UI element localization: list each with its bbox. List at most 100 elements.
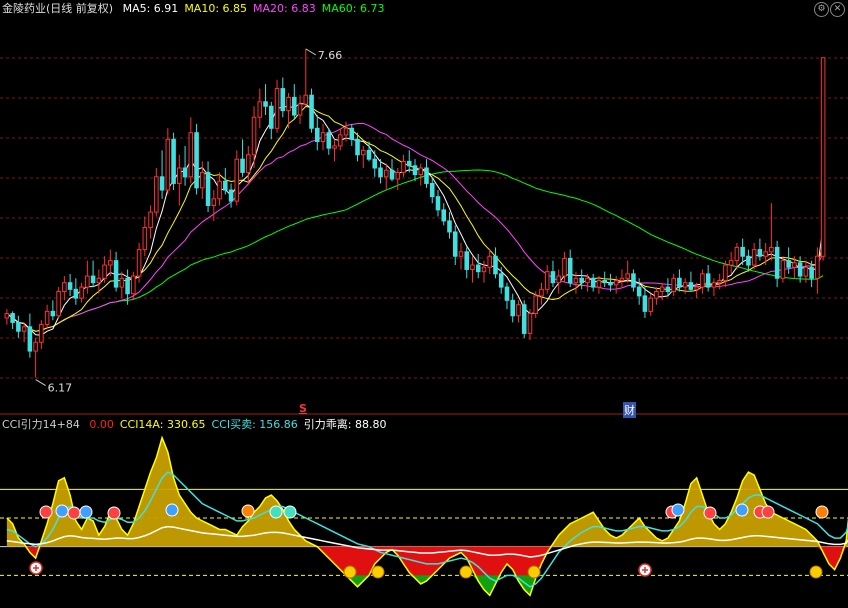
stock-title[interactable]: 金陵药业(日线 前复权) [2,2,113,15]
candle [125,277,130,295]
candle [803,266,809,277]
candle [470,264,475,270]
candle [659,286,665,293]
candle [648,297,653,312]
candle [366,149,372,160]
candle [757,249,763,257]
candle [631,273,636,288]
signal-ball [703,506,717,520]
candle [297,103,303,116]
candle [56,291,61,317]
candle [113,260,119,288]
candle [815,255,820,279]
signal-ball [815,505,829,519]
cci14a-negative-area [6,546,848,596]
candle [705,273,711,288]
candle [544,271,550,290]
candle [378,167,383,178]
candle [274,88,280,129]
candle [16,321,21,332]
gear-icon[interactable]: ⚙ [814,2,829,17]
candle [452,231,458,257]
candle [774,246,780,279]
candle [131,275,136,295]
indicator-legend-item: CCI14A: 330.65 [119,418,206,431]
candle [85,275,90,288]
candle [286,96,291,112]
candle [228,189,234,202]
candle [654,291,659,299]
close-icon[interactable]: ✕ [830,2,845,17]
candle [383,169,389,178]
candle [205,171,211,206]
signal-ball [39,505,53,519]
candle [550,271,556,284]
candle [62,282,67,293]
candle [567,257,573,284]
price-panel-header: 金陵药业(日线 前复权) MA5: 6.91 MA10: 6.85 MA20: 6.… [2,1,396,17]
candle [786,260,791,268]
candle [487,255,493,268]
candle [763,251,768,257]
candle [740,246,745,257]
ma-legend-item: MA10: 6.85 [184,2,248,15]
candle [326,132,332,149]
candle [182,167,188,178]
low-pointer [35,379,46,386]
cai-marker[interactable]: 财 [623,402,636,418]
candle [148,211,153,229]
signal-ball [671,503,685,517]
candle [521,304,527,334]
candle [211,198,217,206]
smiley-icon [809,565,823,579]
candle [504,286,510,301]
candle [240,158,245,173]
candle [96,277,102,284]
indicator-legend-item: 引力乖离: 88.80 [303,418,387,431]
candle [309,94,314,129]
indicator-legend-item: 0.00 [89,418,114,431]
candle [372,158,378,169]
candle [671,277,676,293]
candle [314,127,320,143]
candle [602,279,607,284]
candle [493,255,498,275]
s-marker: S [299,402,307,415]
candle [458,251,464,257]
smiley-icon [343,565,357,579]
signal-ball [79,505,93,519]
candle [717,279,722,284]
candle [10,313,15,323]
candle [33,341,38,352]
signal-ball [67,506,81,520]
candle [688,282,694,290]
candle [349,127,355,140]
candle [188,132,194,178]
candle [619,277,625,281]
candle [792,262,797,268]
candle [682,282,688,288]
candle [694,286,699,290]
candle [585,277,590,284]
ma-legend: MA5: 6.91 MA10: 6.85 MA20: 6.83 MA60: 6.73 [123,2,391,15]
candle [67,282,73,290]
candle [136,249,142,277]
candle [596,279,602,288]
candle [257,101,263,118]
candle [234,158,240,202]
signal-ball [761,505,775,519]
candle [498,273,504,288]
candle [102,264,107,279]
candle [142,227,148,251]
candle [223,180,228,191]
stock-chart: 7.66 6.17 [0,48,848,597]
candle [320,132,326,143]
ma-legend-item: MA5: 6.91 [122,2,179,15]
candle [769,246,774,253]
candle [780,260,786,279]
indicator-legend-item: CCI买卖: 156.86 [211,418,298,431]
indicator-name[interactable]: CCI引力14+84 [2,418,80,431]
candle [441,209,447,222]
candle [447,220,452,233]
candle [608,282,613,286]
